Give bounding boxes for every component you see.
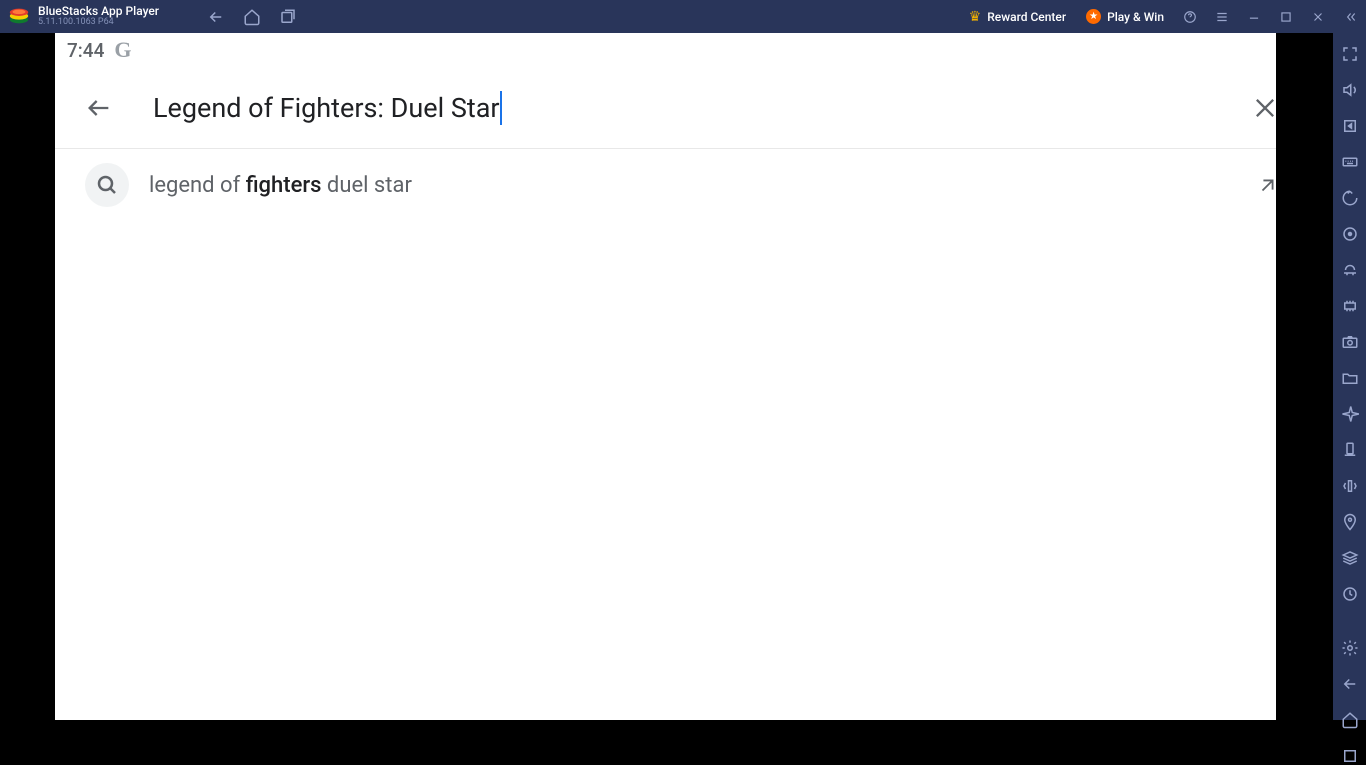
android-back-icon[interactable] <box>1341 675 1359 693</box>
play-win-button[interactable]: ★ Play & Win <box>1076 0 1174 33</box>
suggestion-prefix: legend of <box>149 173 246 198</box>
nav-home-button[interactable] <box>243 8 261 26</box>
status-time: 7:44 <box>67 39 104 62</box>
media-folder-icon[interactable] <box>1341 369 1359 387</box>
text-cursor <box>500 91 502 125</box>
nav-recent-button[interactable] <box>279 8 297 26</box>
suggestion-text: legend of fighters duel star <box>149 173 1237 198</box>
bluestacks-logo-icon <box>8 5 30 27</box>
sync-icon[interactable] <box>1341 225 1359 243</box>
suggestion-bold: fighters <box>246 173 322 198</box>
android-statusbar: 7:44 G <box>55 33 1309 67</box>
rotate-icon[interactable] <box>1341 441 1359 459</box>
location-icon[interactable] <box>1341 513 1359 531</box>
android-home-icon[interactable] <box>1341 711 1359 729</box>
multi-instance-icon[interactable] <box>1341 549 1359 567</box>
android-recent-icon[interactable] <box>1341 747 1359 765</box>
app-version: 5.11.100.1063 P64 <box>38 18 159 28</box>
fullscreen-icon[interactable] <box>1341 45 1359 63</box>
logo-wrap: BlueStacks App Player 5.11.100.1063 P64 <box>0 5 159 28</box>
clear-search-button[interactable] <box>1251 94 1279 122</box>
play-label: Play & Win <box>1107 10 1164 24</box>
memory-trim-icon[interactable] <box>1341 297 1359 315</box>
screenshot-icon[interactable] <box>1341 333 1359 351</box>
crown-icon: ♛ <box>969 9 982 25</box>
lock-cursor-icon[interactable] <box>1341 117 1359 135</box>
right-sidebar <box>1333 33 1366 720</box>
shake-icon[interactable] <box>1341 477 1359 495</box>
suggestion-row[interactable]: legend of fighters duel star <box>55 149 1309 221</box>
volume-icon[interactable] <box>1341 81 1359 99</box>
app-content: 7:44 G Legend of Fighters: Duel Star leg… <box>55 33 1309 720</box>
search-input-wrap[interactable]: Legend of Fighters: Duel Star <box>153 91 1251 125</box>
close-button[interactable] <box>1302 0 1334 33</box>
search-input[interactable]: Legend of Fighters: Duel Star <box>153 92 500 124</box>
rewind-icon[interactable] <box>1341 189 1359 207</box>
star-icon: ★ <box>1086 9 1101 24</box>
suggestion-suffix: duel star <box>321 173 411 198</box>
keymap-icon[interactable] <box>1341 153 1359 171</box>
search-header: Legend of Fighters: Duel Star <box>55 67 1309 149</box>
reward-label: Reward Center <box>987 10 1066 24</box>
left-black-padding <box>0 33 55 720</box>
nav-back-button[interactable] <box>207 8 225 26</box>
back-arrow-button[interactable] <box>85 94 113 122</box>
eco-mode-icon[interactable] <box>1341 585 1359 603</box>
search-icon <box>85 163 129 207</box>
settings-icon[interactable] <box>1341 639 1359 657</box>
titlebar: BlueStacks App Player 5.11.100.1063 P64 … <box>0 0 1366 33</box>
macro-icon[interactable] <box>1341 261 1359 279</box>
install-apk-icon[interactable] <box>1341 405 1359 423</box>
reward-center-button[interactable]: ♛ Reward Center <box>959 0 1076 33</box>
collapse-sidebar-button[interactable] <box>1334 0 1366 33</box>
menu-button[interactable] <box>1206 0 1238 33</box>
google-badge-icon: G <box>114 37 131 63</box>
right-black-padding <box>1276 33 1333 720</box>
help-button[interactable] <box>1174 0 1206 33</box>
maximize-button[interactable] <box>1270 0 1302 33</box>
minimize-button[interactable] <box>1238 0 1270 33</box>
